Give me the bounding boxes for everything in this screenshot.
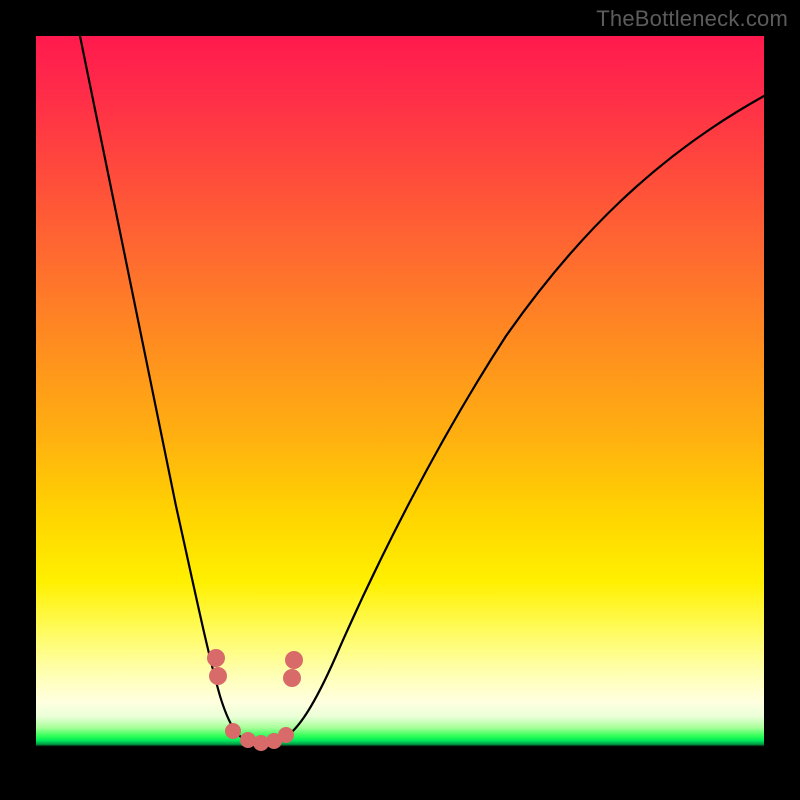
chart-frame: TheBottleneck.com bbox=[0, 0, 800, 800]
curve-path bbox=[80, 36, 764, 743]
plot-area bbox=[36, 36, 764, 764]
bottleneck-curve bbox=[36, 36, 764, 764]
watermark-text: TheBottleneck.com bbox=[596, 6, 788, 32]
